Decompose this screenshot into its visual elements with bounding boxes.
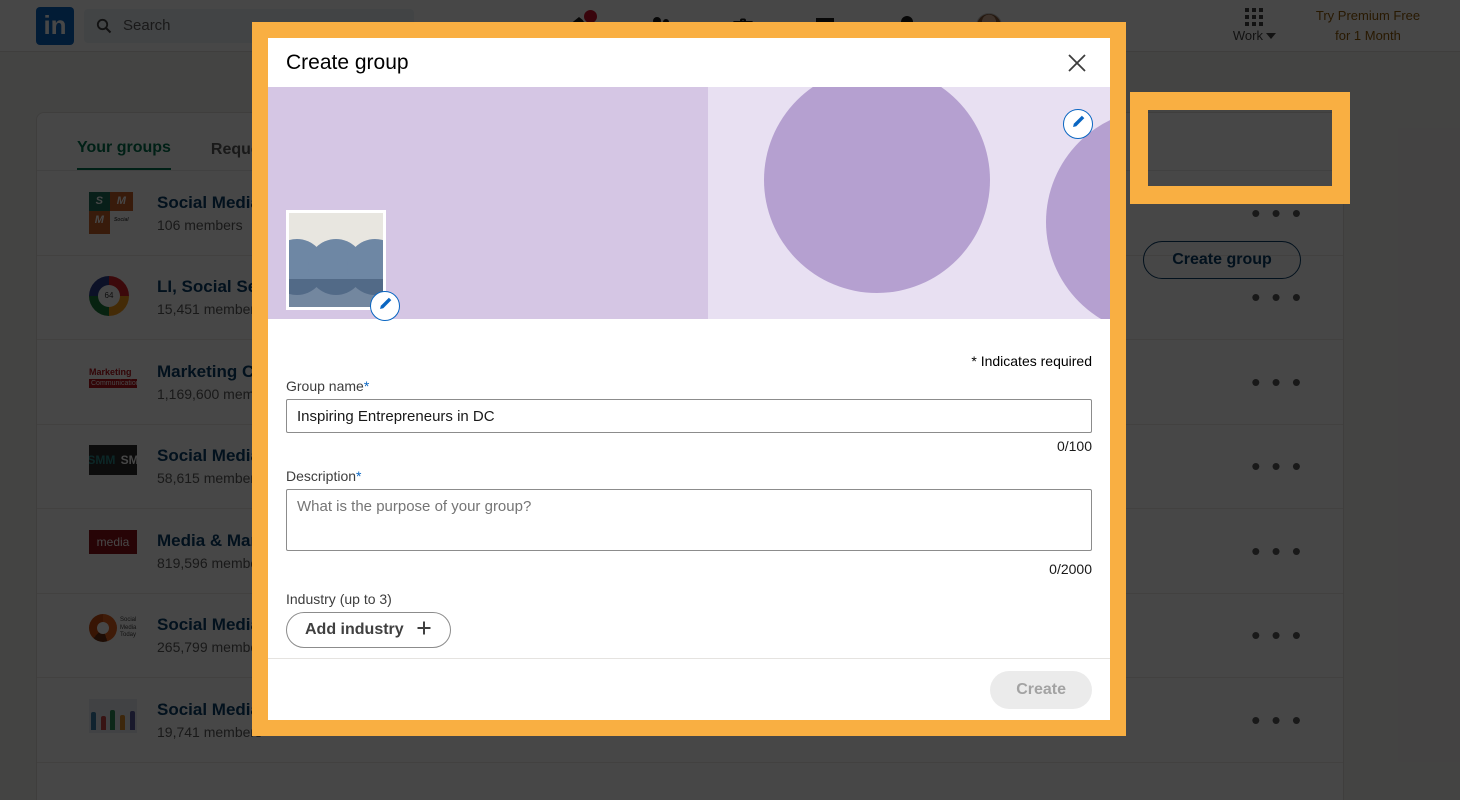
group-cover-image xyxy=(268,87,1110,319)
pencil-icon xyxy=(1071,114,1086,134)
modal-body: * Indicates required Group name* 0/100 D… xyxy=(268,319,1110,658)
description-label-text: Description xyxy=(286,468,357,484)
create-submit-button[interactable]: Create xyxy=(990,670,1092,709)
description-label: Description* xyxy=(286,468,1092,484)
group-name-label: Group name* xyxy=(286,378,1092,394)
group-logo-image xyxy=(286,210,386,310)
cover-circle-2 xyxy=(1046,109,1110,319)
description-textarea[interactable] xyxy=(286,489,1092,551)
plus-icon xyxy=(416,620,432,641)
industry-label: Industry (up to 3) xyxy=(286,591,392,607)
modal-header: Create group xyxy=(268,38,1110,87)
group-name-input[interactable] xyxy=(286,399,1092,433)
edit-cover-button[interactable] xyxy=(1063,109,1093,139)
cover-circle-1 xyxy=(764,87,990,293)
modal-title: Create group xyxy=(286,50,409,74)
description-counter: 0/2000 xyxy=(1049,561,1092,577)
group-name-counter: 0/100 xyxy=(1056,438,1092,454)
required-note: * Indicates required xyxy=(971,353,1092,369)
group-name-label-text: Group name xyxy=(286,378,364,394)
create-group-modal: Create group * Indicates required Group … xyxy=(268,38,1110,720)
add-industry-label: Add industry xyxy=(305,621,404,638)
required-marker: * xyxy=(356,468,362,484)
required-marker: * xyxy=(363,378,370,394)
highlight-create-group-button xyxy=(1130,92,1350,204)
modal-footer: Create xyxy=(268,658,1110,720)
add-industry-button[interactable]: Add industry xyxy=(286,612,451,648)
pencil-icon xyxy=(378,296,393,316)
logo-shade xyxy=(289,279,383,307)
edit-logo-button[interactable] xyxy=(370,291,400,321)
close-icon[interactable] xyxy=(1062,48,1092,78)
